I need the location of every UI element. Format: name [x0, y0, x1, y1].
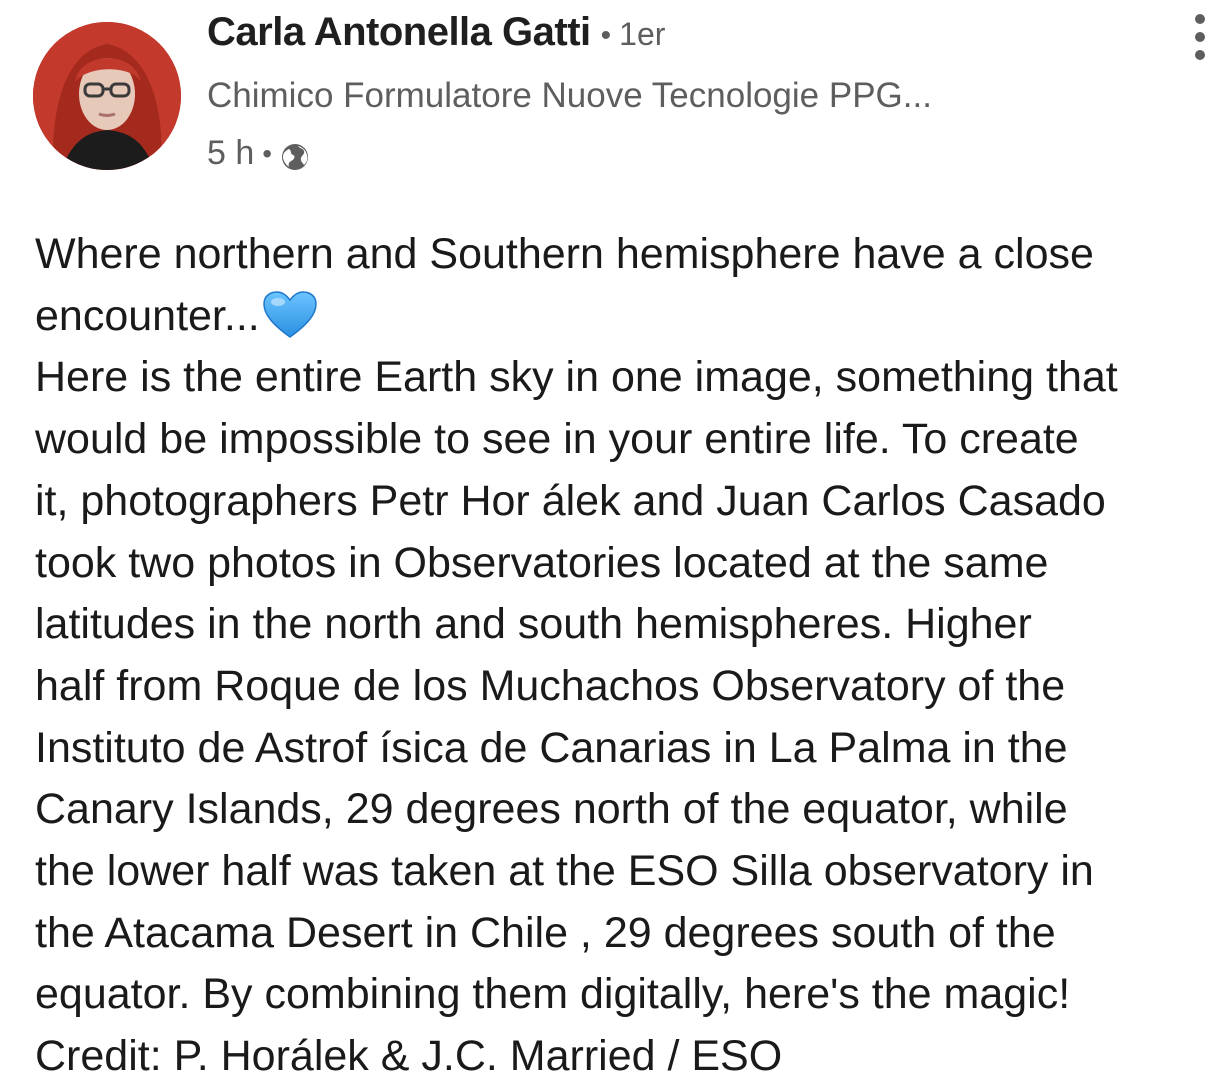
- post-line: Here is the entire Earth sky in one imag…: [35, 353, 1118, 402]
- avatar-portrait: [33, 22, 181, 170]
- post-line: Instituto de Astrof ísica de Canarias in…: [35, 723, 1068, 772]
- more-vertical-icon: [1195, 14, 1205, 24]
- author-name[interactable]: Carla Antonella Gatti: [207, 10, 591, 55]
- post-line: equator. By combining them digitally, he…: [35, 970, 1071, 1019]
- post-line: Where northern and Southern hemisphere h…: [35, 230, 1094, 278]
- more-options-button[interactable]: [1180, 12, 1220, 62]
- post-line: the Atacama Desert in Chile , 29 degrees…: [35, 908, 1056, 957]
- post-line: Canary Islands, 29 degrees north of the …: [35, 785, 1068, 834]
- author-headline: Chimico Formulatore Nuove Tecnologie PPG…: [207, 76, 932, 115]
- post-meta: 5 h •: [207, 134, 310, 173]
- post-line: encounter...: [35, 291, 260, 340]
- post-line: it, photographers Petr Hor álek and Juan…: [35, 476, 1106, 525]
- globe-icon: [280, 142, 310, 172]
- separator-dot: •: [600, 19, 612, 52]
- post-line: would be impossible to see in your entir…: [35, 415, 1079, 464]
- separator-dot: •: [262, 137, 273, 169]
- post-line: took two photos in Observatories located…: [35, 538, 1049, 587]
- post-line-with-emoji: encounter...: [35, 286, 1220, 348]
- post-line: latitudes in the north and south hemisph…: [35, 600, 1032, 649]
- blue-heart-icon: [262, 290, 318, 340]
- post-line: half from Roque de los Muchachos Observa…: [35, 661, 1066, 710]
- feed-post: Carla Antonella Gatti • 1er Chimico Form…: [0, 0, 1220, 1087]
- post-body: Where northern and Southern hemisphere h…: [35, 224, 1220, 1088]
- post-time: 5 h: [207, 134, 255, 172]
- post-line: the lower half was taken at the ESO Sill…: [35, 847, 1094, 896]
- post-line: Credit: P. Horálek & J.C. Married / ESO: [35, 1032, 783, 1081]
- author-name-row: Carla Antonella Gatti • 1er: [207, 10, 665, 62]
- connection-degree: 1er: [619, 16, 666, 52]
- author-avatar[interactable]: [33, 22, 181, 170]
